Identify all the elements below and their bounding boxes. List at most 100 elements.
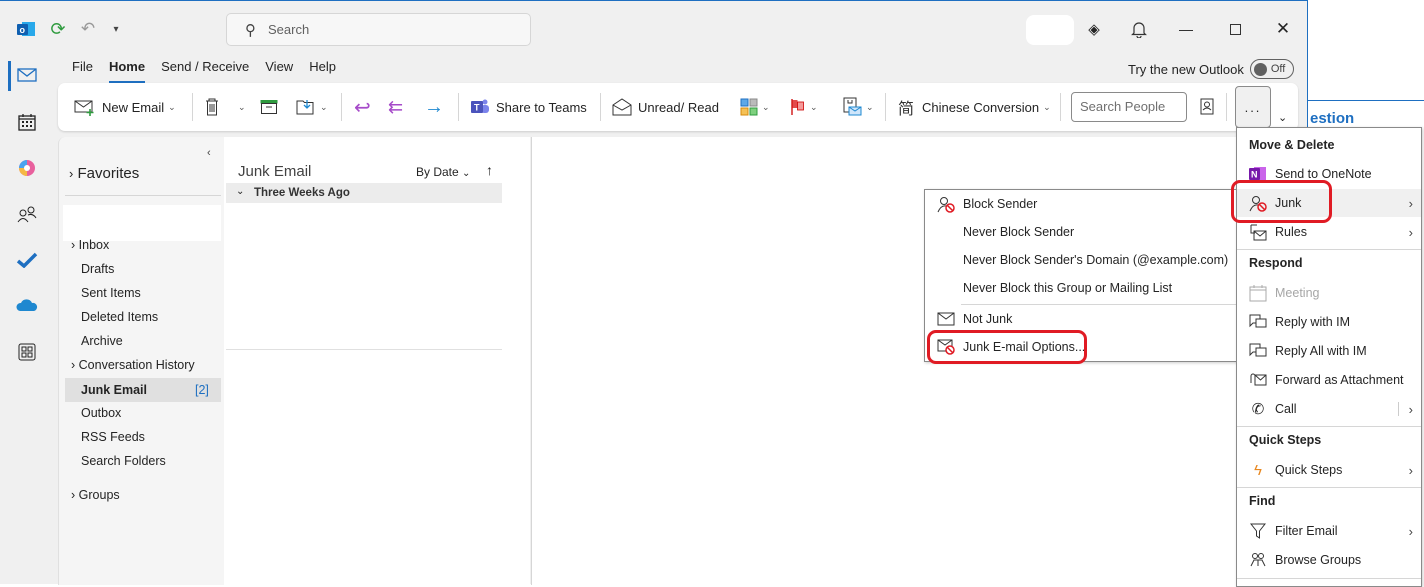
delete-dropdown[interactable]: ⌄ bbox=[234, 83, 246, 131]
menu-item-call[interactable]: ✆ Call › bbox=[1237, 395, 1421, 423]
section-header-respond: Respond bbox=[1249, 256, 1303, 270]
ribbon-separator bbox=[458, 93, 459, 121]
chinese-conversion-button[interactable]: 简 Chinese Conversion ⌄ bbox=[898, 83, 1051, 131]
onedrive-icon[interactable] bbox=[15, 295, 39, 315]
redacted-account bbox=[63, 205, 221, 241]
folder-sent-items[interactable]: Sent Items bbox=[81, 286, 141, 300]
unread-read-button[interactable]: Unread/ Read bbox=[612, 83, 719, 131]
share-to-teams-button[interactable]: T Share to Teams bbox=[470, 83, 587, 131]
menu-item-not-junk[interactable]: Not Junk bbox=[925, 305, 1236, 333]
chevron-right-icon[interactable]: › bbox=[1409, 402, 1413, 417]
categorize-button[interactable]: ⌄ bbox=[740, 83, 770, 131]
ribbon-separator bbox=[341, 93, 342, 121]
ribbon-separator bbox=[1226, 93, 1227, 121]
calendar-icon[interactable] bbox=[16, 111, 38, 133]
rules-icon bbox=[1245, 223, 1271, 241]
new-email-button[interactable]: New Email ⌄ bbox=[74, 83, 176, 131]
sort-direction-icon[interactable]: ↑ bbox=[486, 162, 493, 178]
search-box[interactable]: ⚲ Search bbox=[226, 13, 531, 46]
envelope-icon bbox=[933, 312, 959, 326]
chevron-right-icon: › bbox=[1408, 462, 1413, 478]
menu-item-quick-steps[interactable]: ϟ Quick Steps › bbox=[1237, 456, 1421, 484]
ribbon-separator bbox=[885, 93, 886, 121]
folder-outbox[interactable]: Outbox bbox=[81, 406, 121, 420]
chat-icon bbox=[1245, 343, 1271, 359]
folder-junk-email[interactable]: Junk Email [2] bbox=[65, 378, 221, 402]
menu-item-label: Meeting bbox=[1275, 286, 1320, 300]
mail-icon[interactable] bbox=[16, 65, 38, 85]
folder-label: Inbox bbox=[78, 238, 110, 252]
menu-item-browse-groups[interactable]: Browse Groups bbox=[1237, 546, 1421, 574]
bell-icon[interactable] bbox=[1128, 18, 1150, 40]
undo-icon[interactable]: ↶ bbox=[78, 19, 98, 39]
reply-icon[interactable]: ↩ bbox=[354, 83, 371, 131]
tab-view[interactable]: View bbox=[265, 59, 293, 79]
menu-item-block-sender[interactable]: Block Sender bbox=[925, 190, 1236, 218]
more-apps-icon[interactable] bbox=[16, 341, 38, 363]
menu-item-label: Reply All with IM bbox=[1275, 344, 1367, 358]
todo-icon[interactable] bbox=[15, 249, 39, 271]
search-icon: ⚲ bbox=[245, 21, 256, 39]
move-button[interactable]: ⌄ bbox=[296, 83, 328, 131]
toggle-knob bbox=[1253, 62, 1267, 76]
tab-help[interactable]: Help bbox=[309, 59, 336, 79]
maximize-button[interactable] bbox=[1225, 19, 1245, 39]
more-commands-button[interactable]: ... bbox=[1235, 86, 1271, 128]
menu-item-reply-all-with-im[interactable]: Reply All with IM bbox=[1237, 337, 1421, 365]
toggle-label: Off bbox=[1270, 63, 1286, 75]
folder-conversation-history[interactable]: › Conversation History bbox=[71, 358, 195, 372]
menu-item-label: Filter Email bbox=[1275, 524, 1338, 538]
search-people-input[interactable]: Search People bbox=[1071, 92, 1187, 122]
menu-item-filter-email[interactable]: Filter Email › bbox=[1237, 517, 1421, 545]
folder-search-folders[interactable]: Search Folders bbox=[81, 454, 166, 468]
new-email-icon bbox=[74, 100, 94, 116]
reply-all-icon[interactable]: ⇇ bbox=[388, 83, 403, 131]
tab-send-receive[interactable]: Send / Receive bbox=[161, 59, 249, 79]
tab-file[interactable]: File bbox=[72, 59, 93, 79]
chevron-down-icon[interactable]: ⌄ bbox=[168, 102, 176, 113]
tab-home[interactable]: Home bbox=[108, 59, 146, 83]
menu-item-never-block-domain[interactable]: Never Block Sender's Domain (@example.co… bbox=[925, 246, 1236, 274]
ribbon-separator bbox=[600, 93, 601, 121]
groups-icon bbox=[1245, 552, 1271, 568]
copilot-icon[interactable] bbox=[16, 157, 38, 179]
new-outlook-toggle[interactable]: Off bbox=[1249, 59, 1294, 79]
group-header[interactable]: ⌄ Three Weeks Ago bbox=[226, 183, 502, 203]
folder-rss-feeds[interactable]: RSS Feeds bbox=[81, 430, 145, 444]
groups-header[interactable]: › Groups bbox=[71, 488, 120, 502]
address-book-icon bbox=[1200, 98, 1214, 115]
customize-qat-icon[interactable]: ▾ bbox=[108, 19, 124, 39]
people-icon[interactable] bbox=[15, 203, 39, 225]
menu-divider bbox=[1237, 487, 1421, 488]
outlook-logo-icon: o bbox=[16, 19, 36, 39]
address-book-button[interactable] bbox=[1200, 83, 1214, 131]
message-list: Junk Email By Date ⌄ ↑ ⌄ Three Weeks Ago bbox=[224, 137, 530, 585]
forward-icon[interactable]: → bbox=[424, 83, 444, 131]
folder-deleted-items[interactable]: Deleted Items bbox=[81, 310, 158, 324]
folder-pane: ‹ › Favorites › Inbox Drafts Sent Items … bbox=[58, 137, 224, 585]
highlight-annotation bbox=[1231, 180, 1332, 223]
minimize-button[interactable]: — bbox=[1176, 19, 1196, 39]
flag-button[interactable]: ⌄ bbox=[790, 83, 818, 131]
menu-item-label: Block Sender bbox=[963, 197, 1038, 211]
sort-by-date-button[interactable]: By Date ⌄ bbox=[416, 165, 470, 179]
move-to-rules-button[interactable]: ⌄ bbox=[842, 83, 874, 131]
collapse-pane-icon[interactable]: ‹ bbox=[207, 147, 211, 159]
folder-drafts[interactable]: Drafts bbox=[81, 262, 114, 276]
premium-diamond-icon[interactable]: ◈ bbox=[1084, 19, 1104, 39]
menu-item-label: Reply with IM bbox=[1275, 315, 1351, 329]
menu-item-forward-as-attachment[interactable]: Forward as Attachment bbox=[1237, 366, 1421, 394]
move-folder-icon bbox=[296, 100, 314, 115]
archive-button[interactable] bbox=[260, 83, 278, 131]
folder-inbox[interactable]: › Inbox bbox=[71, 238, 109, 252]
delete-button[interactable] bbox=[204, 83, 220, 131]
menu-item-never-block-sender[interactable]: Never Block Sender bbox=[925, 218, 1236, 246]
menu-item-never-block-group[interactable]: Never Block this Group or Mailing List bbox=[925, 274, 1236, 302]
menu-item-reply-with-im[interactable]: Reply with IM bbox=[1237, 308, 1421, 336]
favorites-header[interactable]: › Favorites bbox=[69, 165, 139, 182]
sync-icon[interactable]: ⟳ bbox=[48, 19, 68, 39]
divider bbox=[65, 195, 221, 196]
close-button[interactable]: ✕ bbox=[1273, 19, 1293, 39]
chevron-down-icon: ⌄ bbox=[462, 168, 471, 179]
folder-archive[interactable]: Archive bbox=[81, 334, 123, 348]
